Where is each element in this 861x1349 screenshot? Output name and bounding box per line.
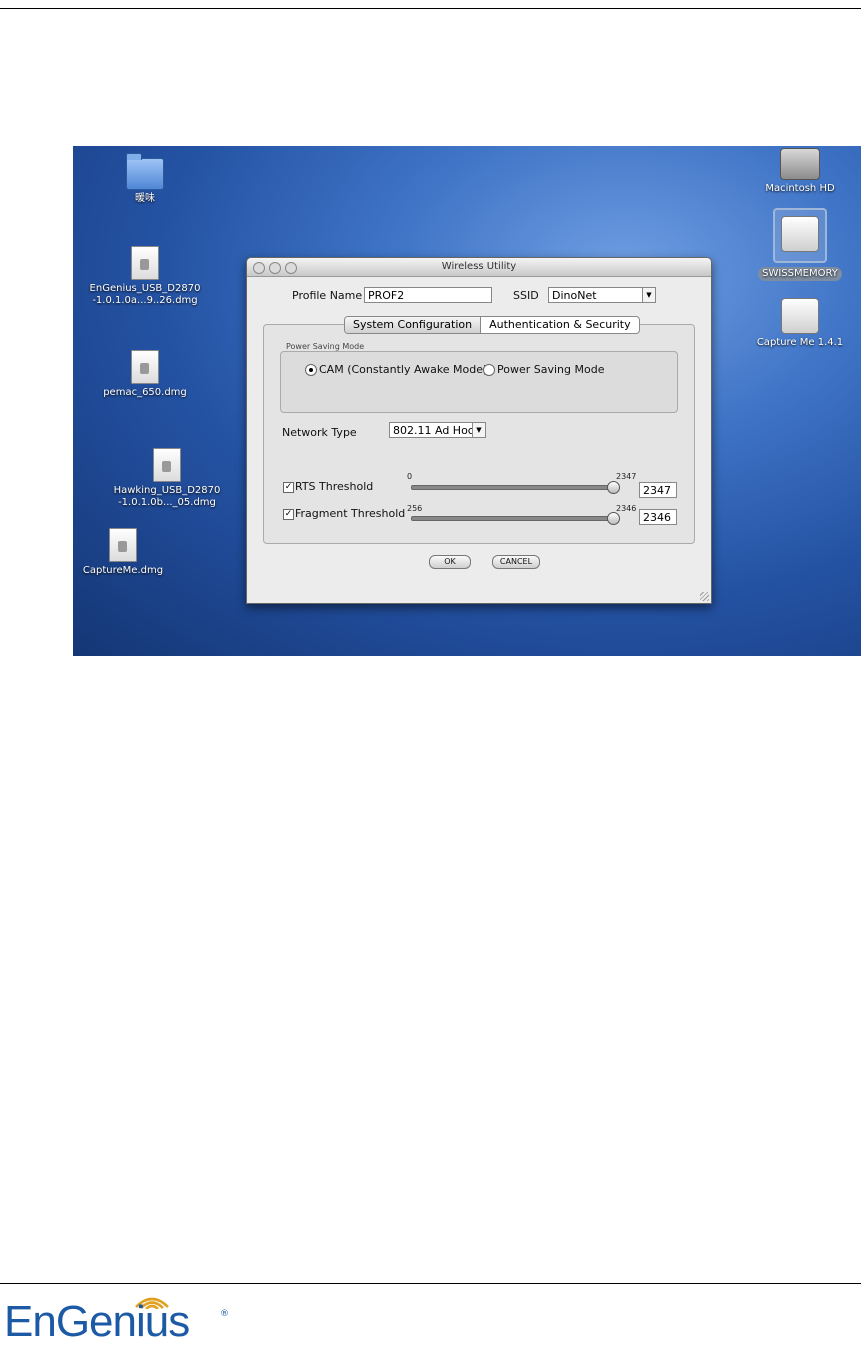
dropdown-arrow-icon: ▼ <box>642 288 655 302</box>
fragment-value-input[interactable]: 2346 <box>639 509 677 525</box>
power-saving-radio[interactable] <box>483 364 495 376</box>
removable-drive-icon <box>781 216 819 252</box>
desktop-icon-label: EnGenius_USB_D2870 -1.0.1.0a...9..26.dmg <box>89 283 201 306</box>
disk-image-icon <box>109 528 137 562</box>
window-titlebar[interactable]: Wireless Utility <box>247 258 711 277</box>
power-saving-group-label: Power Saving Mode <box>286 342 365 351</box>
logo-text: EnGenius <box>4 1297 190 1346</box>
rts-slider-knob[interactable] <box>607 481 620 494</box>
ssid-select[interactable]: DinoNet ▼ <box>548 287 656 303</box>
desktop-dmg-pemac[interactable]: pemac_650.dmg <box>85 350 205 399</box>
desktop-dmg-engenius[interactable]: EnGenius_USB_D2870 -1.0.1.0a...9..26.dmg <box>85 246 205 307</box>
rts-value-input[interactable]: 2347 <box>639 482 677 498</box>
rts-checkbox[interactable]: ✓ <box>283 482 294 493</box>
ssid-label: SSID <box>513 289 539 302</box>
profile-name-input[interactable]: PROF2 <box>364 287 492 303</box>
fragment-min-tick: 256 <box>407 504 423 513</box>
rts-slider-track[interactable] <box>411 485 615 490</box>
disk-image-icon <box>131 246 159 280</box>
network-type-label: Network Type <box>282 426 357 439</box>
cam-radio[interactable] <box>305 364 317 376</box>
top-rule <box>0 8 861 9</box>
power-saving-group <box>280 351 678 413</box>
window-controls <box>253 262 297 274</box>
fragment-threshold-label: Fragment Threshold <box>295 507 406 520</box>
minimize-window-button[interactable] <box>269 262 281 274</box>
zoom-window-button[interactable] <box>285 262 297 274</box>
desktop-icon-label: SWISSMEMORY <box>758 267 842 281</box>
desktop-capture-me-volume[interactable]: Capture Me 1.4.1 <box>740 298 860 349</box>
ssid-value: DinoNet <box>552 289 597 302</box>
desktop-icon-label: 暖味 <box>135 193 155 204</box>
bottom-rule <box>0 1283 861 1284</box>
close-window-button[interactable] <box>253 262 265 274</box>
window-title: Wireless Utility <box>441 261 517 272</box>
disk-image-icon <box>131 350 159 384</box>
desktop-dmg-hawking[interactable]: Hawking_USB_D2870 -1.0.1.0b..._05.dmg <box>107 448 227 509</box>
power-saving-radio-label: Power Saving Mode <box>497 363 605 376</box>
rts-max-tick: 2347 <box>616 472 637 481</box>
removable-drive-icon <box>781 298 819 334</box>
fragment-slider-knob[interactable] <box>607 512 620 525</box>
desktop-dmg-captureme[interactable]: CaptureMe.dmg <box>73 528 183 577</box>
hard-drive-icon <box>780 148 820 180</box>
desktop-icon-label: Capture Me 1.4.1 <box>756 337 844 348</box>
desktop-folder-icon[interactable]: 暖味 <box>85 153 205 205</box>
network-type-value: 802.11 Ad Hoc <box>393 424 474 437</box>
network-type-select[interactable]: 802.11 Ad Hoc ▼ <box>389 422 486 438</box>
ok-button[interactable]: OK <box>429 555 471 569</box>
registered-mark: ® <box>220 1309 229 1319</box>
tab-authentication-security[interactable]: Authentication & Security <box>480 317 639 333</box>
profile-name-label: Profile Name <box>292 289 363 302</box>
tab-bar: System Configuration Authentication & Se… <box>344 316 640 334</box>
cancel-button[interactable]: CANCEL <box>492 555 540 569</box>
disk-image-icon <box>153 448 181 482</box>
cam-radio-label: CAM (Constantly Awake Mode) <box>319 363 488 376</box>
resize-grip-icon[interactable] <box>700 592 709 601</box>
desktop-swissmemory[interactable]: SWISSMEMORY <box>740 208 860 281</box>
desktop-macintosh-hd[interactable]: Macintosh HD <box>740 148 860 195</box>
selection-highlight <box>773 208 827 263</box>
dropdown-arrow-icon: ▼ <box>472 423 485 437</box>
folder-icon <box>126 153 164 190</box>
fragment-checkbox[interactable]: ✓ <box>283 509 294 520</box>
engenius-logo: EnGenius ® <box>4 1295 244 1346</box>
desktop-icon-label: Macintosh HD <box>765 183 835 194</box>
wireless-utility-window: Wireless Utility Profile Name PROF2 SSID… <box>246 257 712 604</box>
desktop-icon-label: pemac_650.dmg <box>103 387 187 398</box>
fragment-max-tick: 2346 <box>616 504 637 513</box>
desktop-icon-label: CaptureMe.dmg <box>82 565 164 576</box>
fragment-slider-track[interactable] <box>411 516 615 521</box>
desktop-icon-label: Hawking_USB_D2870 -1.0.1.0b..._05.dmg <box>113 485 221 508</box>
rts-min-tick: 0 <box>407 472 413 481</box>
rts-threshold-label: RTS Threshold <box>295 480 374 493</box>
tab-system-configuration[interactable]: System Configuration <box>345 317 481 333</box>
